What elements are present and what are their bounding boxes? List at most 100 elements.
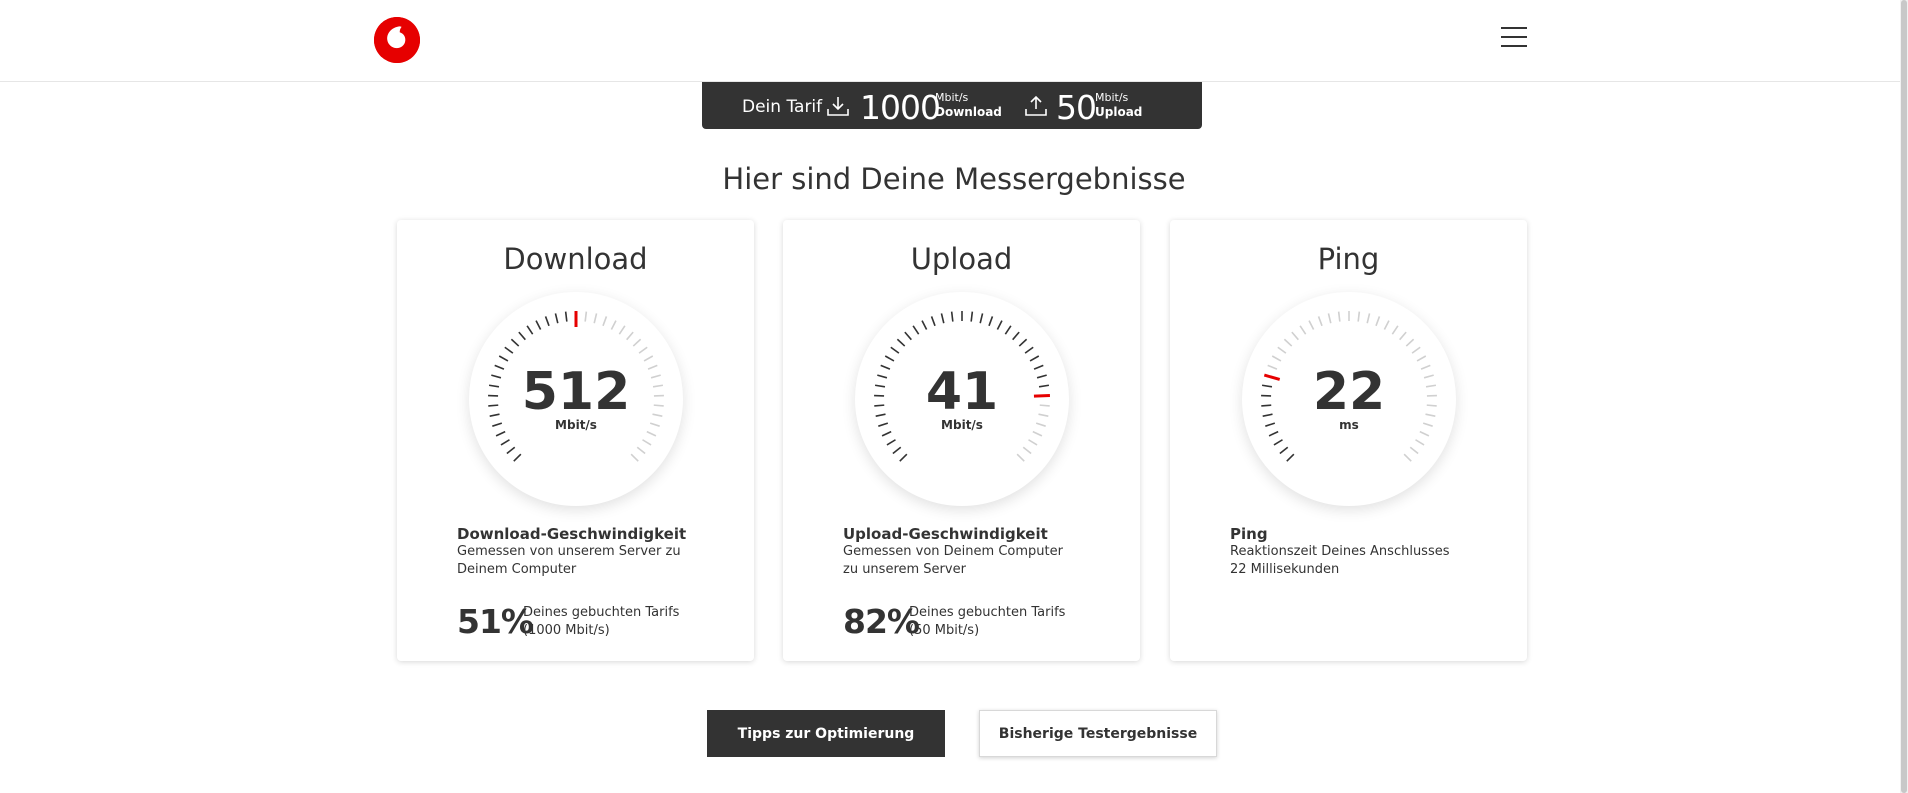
gauge-tick [1337, 311, 1341, 322]
gauge-tick [912, 325, 920, 335]
upload-subtitle: Upload-Geschwindigkeit [843, 525, 1048, 543]
gauge-tick [1018, 338, 1028, 347]
page: Dein Tarif 1000 Mbit/s Download 50 Mbit/… [0, 0, 1908, 793]
gauge-tick [1317, 316, 1323, 327]
gauge-tick [646, 430, 657, 437]
gauge-tick [884, 355, 895, 362]
gauge-tick [1283, 338, 1293, 347]
download-percent-note: Deines gebuchten Tarifs (1000 Mbit/s) [523, 604, 679, 640]
tariff-upload-value: 50 [1056, 88, 1097, 127]
hamburger-menu-icon[interactable] [1498, 24, 1530, 52]
gauge-tick [1028, 439, 1038, 446]
gauge-tick [1032, 430, 1043, 437]
upload-unit: Mbit/s [941, 418, 983, 432]
gauge-tick [1409, 446, 1419, 455]
ping-description: Reaktionszeit Deines Anschlusses 22 Mill… [1230, 543, 1460, 579]
gauge-tick [1419, 430, 1430, 437]
gauge-tick [506, 446, 516, 455]
gauge-tick [1308, 320, 1315, 330]
gauge-tick [1016, 453, 1025, 462]
gauge-tick [1029, 355, 1040, 362]
gauge-tick [988, 316, 994, 327]
ping-card: Ping 22 ms Ping Reaktionszeit Deines Ans… [1170, 220, 1527, 661]
gauge-tick [1268, 430, 1279, 437]
gauge-tick [632, 338, 642, 347]
page-title-text: Hier sind Deine Messergebnisse [722, 162, 1186, 196]
gauge-tick [1383, 320, 1390, 330]
gauge-tick [1022, 446, 1032, 455]
upload-percent-note: Deines gebuchten Tarifs (50 Mbit/s) [909, 604, 1065, 640]
gauge-tick [636, 446, 646, 455]
gauge-tick [1327, 313, 1332, 324]
download-percent-note-line2: (1000 Mbit/s) [523, 623, 610, 638]
gauge-tick [921, 320, 928, 330]
gauge-tick [1286, 453, 1295, 462]
gauge-tick [564, 311, 568, 322]
ping-gauge: 22 ms [1242, 292, 1456, 506]
gauge-tick [643, 355, 654, 362]
gauge-tick [495, 430, 506, 437]
tariff-upload-unit-text: Mbit/s [1095, 91, 1129, 104]
gauge-tick [1004, 325, 1012, 335]
previous-results-button[interactable]: Bisherige Testergebnisse [979, 710, 1217, 757]
gauge-tick [892, 446, 902, 455]
gauge-tick [1411, 346, 1421, 354]
vodafone-logo[interactable] [374, 17, 420, 63]
upload-icon [1025, 95, 1047, 116]
gauge-tick [638, 346, 648, 354]
gauge-tick [996, 320, 1003, 330]
download-subtitle: Download-Geschwindigkeit [457, 525, 687, 543]
gauge-tick [930, 316, 936, 327]
gauge-tick [950, 311, 954, 322]
gauge-tick [1012, 331, 1020, 341]
gauge-tick [1405, 338, 1415, 347]
gauge-tick [554, 313, 559, 324]
gauge-tick [610, 320, 617, 330]
gauge-tick [1291, 331, 1299, 341]
gauge-tick [890, 346, 900, 354]
gauge-tick [544, 316, 550, 327]
ping-description-line2: 22 Millisekunden [1230, 562, 1340, 577]
gauge-tick [1277, 346, 1287, 354]
tariff-bar: Dein Tarif 1000 Mbit/s Download 50 Mbit/… [702, 82, 1202, 129]
gauge-tick [1271, 355, 1282, 362]
upload-value: 41 [925, 362, 999, 422]
gauge-tick [500, 439, 510, 446]
gauge-tick [1299, 325, 1307, 335]
gauge-tick [1415, 439, 1425, 446]
download-unit: Mbit/s [555, 418, 597, 432]
tariff-label: Dein Tarif [742, 97, 823, 117]
gauge-tick [970, 311, 974, 322]
gauge-tick [1357, 311, 1361, 322]
gauge-tick [510, 338, 520, 347]
gauge-tick [626, 331, 634, 341]
upload-card-title: Upload [910, 242, 1013, 276]
gauge-tick [584, 311, 588, 322]
gauge-tick [513, 453, 522, 462]
download-value: 512 [521, 362, 631, 422]
gauge-tick [618, 325, 626, 335]
tariff-download-label: Download [935, 105, 1002, 119]
tariff-download-value: 1000 [860, 88, 941, 127]
gauge-tick [904, 331, 912, 341]
optimization-tips-button[interactable]: Tipps zur Optimierung [707, 710, 945, 757]
gauge-tick [1399, 331, 1407, 341]
gauge-tick [498, 355, 509, 362]
tariff-upload-label: Upload [1095, 105, 1143, 119]
gauge-tick [642, 439, 652, 446]
gauge-tick [535, 320, 542, 330]
download-card: Download 512 Mbit/s Download-Geschwindig… [397, 220, 754, 661]
gauge-tick [896, 338, 906, 347]
gauge-tick [979, 313, 984, 324]
gauge-tick [1416, 355, 1427, 362]
download-icon [827, 97, 849, 116]
vodafone-logo-icon [374, 17, 420, 63]
gauge-tick [504, 346, 514, 354]
upload-card: Upload 41 Mbit/s Upload-Geschwindigkeit … [783, 220, 1140, 661]
scrollbar[interactable] [1900, 0, 1908, 793]
scrollbar-thumb[interactable] [1901, 0, 1907, 793]
tariff-download-unit: Mbit/s Download [935, 91, 1002, 119]
download-gauge: 512 Mbit/s [469, 292, 683, 506]
upload-percent-note-line2: (50 Mbit/s) [909, 623, 980, 638]
ping-subtitle: Ping [1230, 525, 1268, 543]
